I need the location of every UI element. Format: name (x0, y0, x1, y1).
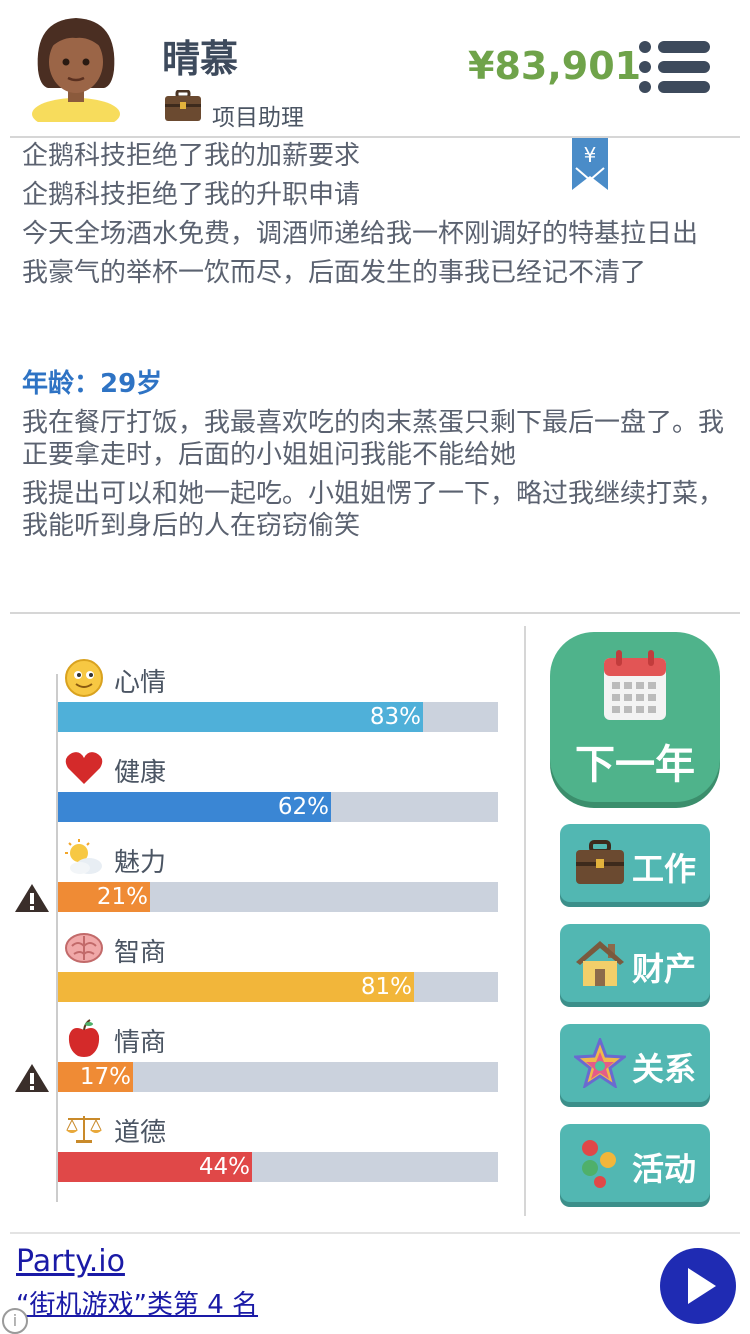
stat-value: 44% (198, 1154, 250, 1180)
apple-icon (64, 1018, 104, 1058)
player-header: 晴慕 项目助理 ¥83,901 (0, 0, 750, 136)
stat-label: 道德 (114, 1118, 167, 1148)
age-heading: 年龄：29岁 (22, 369, 163, 399)
stat-bar-track: 21% (58, 882, 498, 912)
log-line: 我提出可以和她一起吃。小姐姐愣了一下，略过我继续打菜，我能听到身后的人在窃窃偷笑 (22, 479, 725, 541)
briefcase-icon (576, 840, 624, 884)
stat-value: 83% (369, 704, 421, 730)
panel-divider (524, 626, 526, 1216)
log-line: 企鹅科技拒绝了我的加薪要求 (22, 141, 361, 171)
stat-label: 情商 (114, 1028, 167, 1058)
ad-info-icon[interactable]: i (2, 1308, 28, 1334)
stat-bar-fill: 44% (58, 1152, 252, 1182)
stat-bar-track: 81% (58, 972, 498, 1002)
activities-label: 活动 (632, 1150, 697, 1188)
house-icon (576, 941, 624, 986)
money-balance: ¥83,901 (468, 44, 642, 88)
stat-label: 魅力 (114, 848, 167, 878)
sun-cloud-icon (64, 838, 104, 878)
stat-row: 道德 44% (0, 1108, 525, 1198)
event-log: 企鹅科技拒绝了我的加薪要求 企鹅科技拒绝了我的升职申请 今天全场酒水免费，调酒师… (22, 140, 730, 549)
ad-divider (10, 1232, 740, 1234)
activities-button[interactable]: 活动 (560, 1124, 710, 1202)
stat-bar-fill: 62% (58, 792, 331, 822)
star-icon (574, 1038, 626, 1088)
next-year-label: 下一年 (575, 742, 695, 788)
ad-title-link[interactable]: Party.io (16, 1244, 125, 1279)
warning-icon (14, 882, 50, 914)
stat-row: 魅力 21% (0, 838, 525, 928)
stat-bar-fill: 81% (58, 972, 414, 1002)
stat-label: 健康 (114, 758, 167, 788)
log-line: 企鹅科技拒绝了我的升职申请 (22, 180, 361, 210)
stat-label: 心情 (114, 668, 167, 698)
ad-play-button[interactable] (660, 1248, 736, 1324)
next-year-button[interactable]: 下一年 (550, 632, 720, 802)
stat-bar-track: 17% (58, 1062, 498, 1092)
stat-bar-fill: 17% (58, 1062, 133, 1092)
property-button[interactable]: 财产 (560, 924, 710, 1002)
stat-bar-track: 44% (58, 1152, 498, 1182)
smiley-icon (64, 658, 104, 698)
work-button[interactable]: 工作 (560, 824, 710, 902)
work-label: 工作 (632, 850, 697, 888)
relations-button[interactable]: 关系 (560, 1024, 710, 1102)
stat-value: 17% (79, 1064, 131, 1090)
property-label: 财产 (632, 950, 697, 988)
stat-row: 心情 83% (0, 658, 525, 748)
player-name: 晴慕 (162, 37, 239, 81)
job-title: 项目助理 (212, 105, 304, 131)
stat-bar-fill: 21% (58, 882, 150, 912)
warning-icon (14, 1062, 50, 1094)
stat-bar-track: 62% (58, 792, 498, 822)
log-line: 今天全场酒水免费，调酒师递给我一杯刚调好的特基拉日出 (22, 219, 699, 249)
stat-value: 21% (96, 884, 148, 910)
relations-label: 关系 (632, 1050, 697, 1088)
stat-bar-fill: 83% (58, 702, 423, 732)
calendar-icon (604, 650, 666, 720)
stat-row: 健康 62% (0, 748, 525, 838)
scales-icon (64, 1108, 104, 1148)
stat-value: 81% (360, 974, 412, 1000)
stat-row: 情商 17% (0, 1018, 525, 1108)
header-divider (10, 136, 740, 138)
stats-panel: 心情 83% 健康 62% 魅力 21% 智商 81% 情商 17% 道德 44% (0, 614, 525, 1214)
stat-value: 62% (277, 794, 329, 820)
stat-row: 智商 81% (0, 928, 525, 1018)
menu-icon[interactable] (638, 40, 712, 94)
heart-icon (64, 748, 104, 788)
briefcase-icon (165, 90, 201, 121)
brain-icon (64, 928, 104, 968)
stat-label: 智商 (114, 938, 167, 968)
stat-bar-track: 83% (58, 702, 498, 732)
ad-subtitle-link[interactable]: “街机游戏”类第 4 名 (16, 1284, 258, 1321)
log-line: 我豪气的举杯一饮而尽，后面发生的事我已经记不清了 (22, 258, 647, 288)
avatar (32, 18, 120, 122)
log-line: 我在餐厅打饭，我最喜欢吃的肉末蒸蛋只剩下最后一盘了。我正要拿走时，后面的小姐姐问… (22, 408, 725, 470)
activities-icon (582, 1140, 616, 1188)
